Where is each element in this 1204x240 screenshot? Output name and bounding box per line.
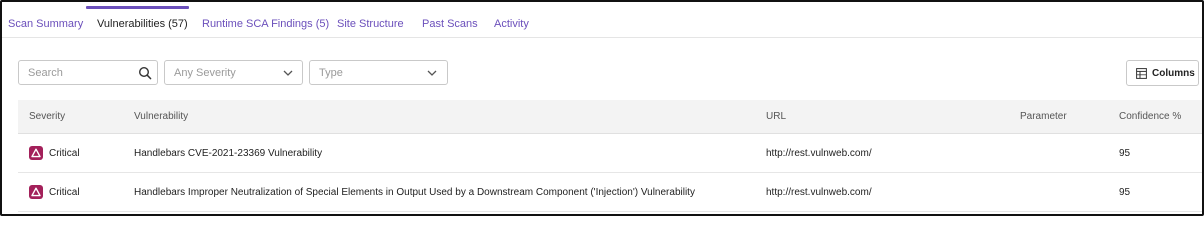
tab-scan-summary[interactable]: Scan Summary [8, 18, 83, 30]
scan-results-panel: Scan Summary Vulnerabilities (57) Runtim… [0, 0, 1204, 216]
tab-site-structure[interactable]: Site Structure [337, 18, 404, 30]
confidence-value: 95 [1119, 187, 1131, 198]
table-row[interactable]: Critical Handlebars CVE-2021-23369 Vulne… [18, 134, 1202, 173]
vulnerability-name[interactable]: Handlebars Improper Neutralization of Sp… [134, 187, 695, 198]
columns-button[interactable]: Columns [1126, 60, 1199, 86]
tab-activity[interactable]: Activity [494, 18, 529, 30]
header-parameter[interactable]: Parameter [1020, 111, 1067, 122]
header-severity[interactable]: Severity [29, 111, 65, 122]
search-placeholder: Search [28, 67, 63, 79]
columns-button-label: Columns [1152, 68, 1195, 79]
header-url[interactable]: URL [766, 111, 786, 122]
search-input[interactable]: Search [18, 60, 158, 85]
tab-past-scans[interactable]: Past Scans [422, 18, 478, 30]
vulnerability-url: http://rest.vulnweb.com/ [766, 148, 872, 159]
header-vulnerability[interactable]: Vulnerability [134, 111, 188, 122]
type-select[interactable]: Type [309, 60, 448, 85]
severity-label: Critical [49, 148, 80, 159]
header-confidence[interactable]: Confidence % [1119, 111, 1181, 122]
severity-select-placeholder: Any Severity [174, 67, 236, 79]
type-select-placeholder: Type [319, 67, 343, 79]
severity-select[interactable]: Any Severity [164, 60, 303, 85]
search-icon[interactable] [138, 66, 152, 80]
tab-runtime-sca-findings[interactable]: Runtime SCA Findings (5) [202, 18, 329, 30]
confidence-value: 95 [1119, 148, 1131, 159]
table-header: Severity Vulnerability URL Parameter Con… [18, 100, 1202, 134]
critical-triangle-icon [29, 185, 43, 199]
table-row[interactable]: Critical Handlebars Improper Neutralizat… [18, 173, 1202, 212]
columns-icon [1136, 68, 1147, 79]
tab-bar: Scan Summary Vulnerabilities (57) Runtim… [2, 2, 1202, 38]
critical-triangle-icon [29, 146, 43, 160]
filter-bar: Search Any Severity Type Columns [2, 38, 1202, 100]
chevron-down-icon [427, 70, 437, 76]
vulnerability-url: http://rest.vulnweb.com/ [766, 187, 872, 198]
active-tab-indicator [86, 6, 189, 9]
severity-label: Critical [49, 187, 80, 198]
vulnerability-name[interactable]: Handlebars CVE-2021-23369 Vulnerability [134, 148, 322, 159]
chevron-down-icon [283, 70, 293, 76]
tab-vulnerabilities[interactable]: Vulnerabilities (57) [97, 18, 188, 30]
